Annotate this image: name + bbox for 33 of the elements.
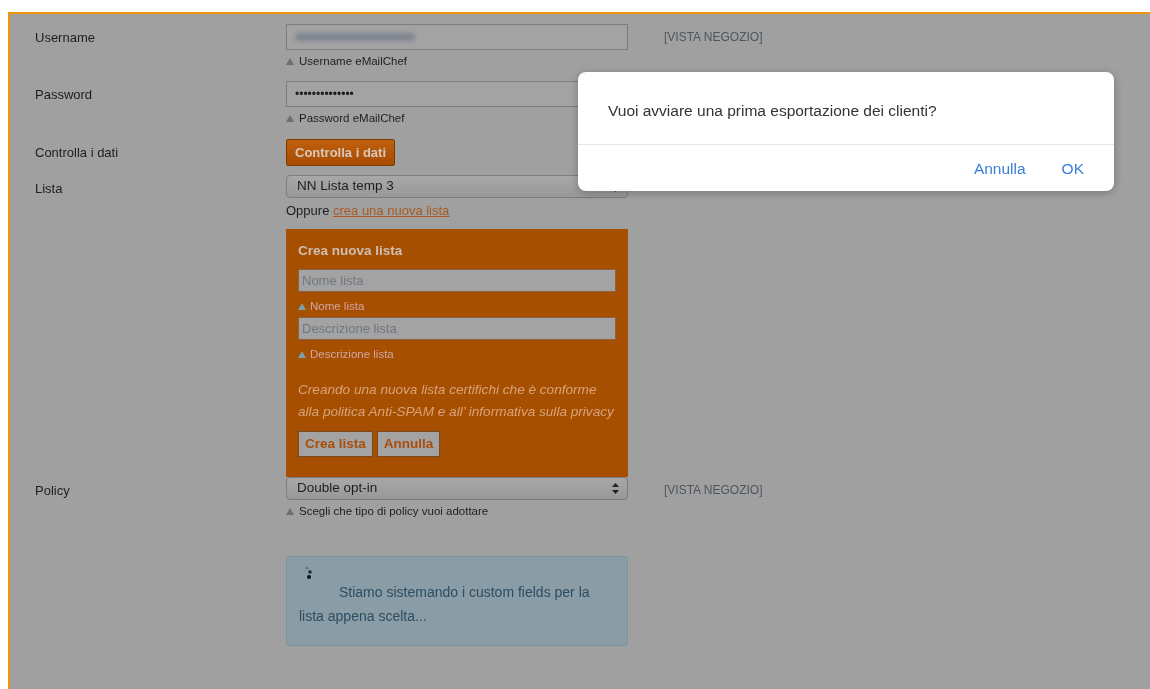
triangle-icon — [298, 351, 306, 359]
panel-button[interactable]: Crea lista — [298, 430, 373, 457]
triangle-icon — [286, 508, 294, 516]
notice-text: Creando una nuova lista certifichi che è conforme alla politica Anti-SPAM e all’ informativa sulla privacy — [298, 381, 616, 421]
panel-title: Crea nuova lista — [298, 241, 404, 260]
triangle-icon — [286, 58, 294, 66]
field-label: Controlla i dati — [34, 143, 120, 162]
triangle-icon — [286, 115, 294, 123]
select-field[interactable]: Double opt-in — [286, 477, 628, 500]
input-field[interactable] — [286, 24, 628, 50]
dialog-button[interactable]: OK — [1061, 157, 1084, 181]
field-label: Password — [34, 86, 94, 105]
hint-text: Scegli che tipo di policy vuoi adottare — [299, 504, 489, 519]
store-view-link[interactable]: [VISTA NEGOZIO] — [664, 483, 763, 497]
hint-text: Password eMailChef — [299, 111, 405, 127]
select-field[interactable]: NN Lista temp 3 — [286, 175, 628, 198]
info-text: Stiamo sistemando i custom fields per la lista appena scelta... — [299, 583, 591, 627]
store-view-link[interactable]: [VISTA NEGOZIO] — [664, 30, 763, 44]
hint-text: Username eMailChef — [299, 54, 407, 69]
spinner-icon — [305, 566, 313, 581]
dialog-button[interactable]: Annulla — [973, 157, 1026, 181]
hint-text: Nome lista — [310, 298, 365, 314]
select-arrows-icon — [612, 483, 619, 494]
create-list-link[interactable]: crea una nuova lista — [333, 203, 450, 218]
field-label: Lista — [34, 180, 64, 198]
field-label: Username — [34, 29, 96, 47]
panel-button[interactable]: Annulla — [376, 430, 441, 457]
hint-text: Descrizione lista — [310, 347, 394, 362]
triangle-icon — [298, 302, 306, 310]
alt-text: Oppure crea una nuova lista — [286, 202, 451, 220]
check-data-button[interactable]: Controlla i dati — [286, 138, 395, 166]
dialog-message: Vuoi avviare una prima esportazione dei clienti? — [578, 72, 1114, 146]
field-label: Policy — [34, 482, 71, 500]
